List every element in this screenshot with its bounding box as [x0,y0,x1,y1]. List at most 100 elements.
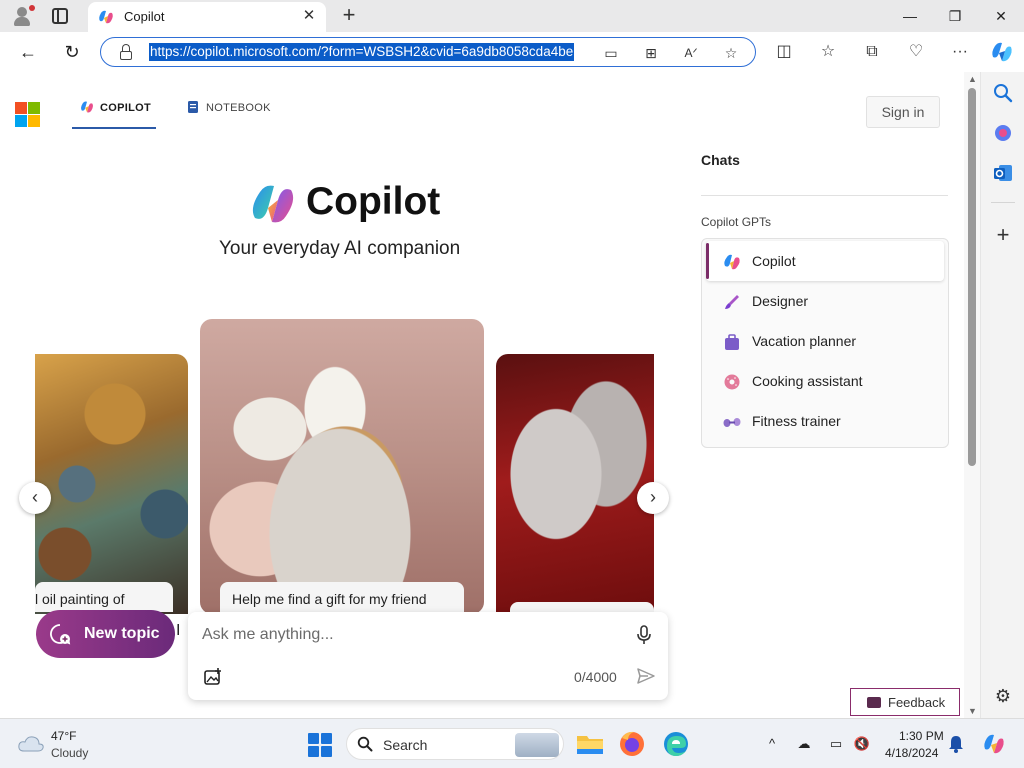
suggestion-card-shoes[interactable] [496,354,654,614]
character-counter: 0/4000 [574,669,617,685]
gpt-item-copilot[interactable]: Copilot [706,241,944,281]
settings-gear-icon[interactable]: ⚙ [992,685,1014,707]
add-icon[interactable]: + [992,224,1014,246]
gpt-item-vacation-planner[interactable]: Vacation planner [706,321,944,361]
device-icon[interactable]: ▭ [601,43,621,63]
back-arrow-icon[interactable]: ← [16,40,40,64]
browser-toolbar: ← ↻ https://copilot.microsoft.com/?form=… [0,32,1024,72]
search-icon [357,736,373,752]
edge-sidebar: + ⚙ [980,72,1024,718]
taskbar-search[interactable]: Search [346,728,564,760]
chats-heading: Chats [701,152,740,168]
feedback-label: Feedback [888,695,946,710]
minimize-button[interactable]: — [887,0,933,32]
address-bar[interactable]: https://copilot.microsoft.com/?form=WSBS… [100,37,756,67]
refresh-icon[interactable]: ↻ [60,40,84,64]
copilot-icon [724,254,740,270]
selected-tab-indicator [72,127,156,129]
page-subtitle: Your everyday AI companion [219,238,461,259]
display-icon[interactable]: ▭ [827,736,845,752]
gpt-item-fitness-trainer[interactable]: Fitness trainer [706,401,944,441]
suggestion-card-gift[interactable]: Help me find a gift for my friend [200,319,484,614]
edge-icon[interactable] [660,728,692,760]
new-tab-button[interactable]: + [338,4,360,26]
restore-button[interactable]: ❐ [932,0,978,32]
sidebar-separator [991,202,1015,203]
clock-time[interactable]: 1:30 PM [899,729,944,743]
chevron-up-icon[interactable]: ^ [763,736,781,752]
notification-bell-icon[interactable] [948,735,964,753]
read-aloud-icon[interactable]: Aᐟ [681,43,701,63]
donut-icon [724,374,740,390]
url-text[interactable]: https://copilot.microsoft.com/?form=WSBS… [149,43,575,61]
tab-actions-icon[interactable] [52,8,68,24]
new-topic-button[interactable]: New topic [36,610,175,658]
divider [701,195,948,196]
copilot-favicon-icon [99,10,113,24]
apps-grid-icon[interactable]: ⊞ [641,43,661,63]
add-image-icon[interactable] [204,668,222,686]
gpt-item-cooking-assistant[interactable]: Cooking assistant [706,361,944,401]
copilot-page: COPILOT NOTEBOOK Sign in Copilot Your ev… [0,72,964,718]
close-window-button[interactable]: ✕ [978,0,1024,32]
tab-notebook-label: NOTEBOOK [206,102,271,114]
lock-icon[interactable] [119,44,133,60]
page-scrollbar[interactable]: ▲ ▼ [964,72,980,718]
gpts-heading: Copilot GPTs [701,215,772,229]
mouse-cursor: I [176,622,181,639]
more-options-icon[interactable]: ··· [948,40,972,64]
weather-condition[interactable]: Cloudy [51,746,88,760]
cloud-icon[interactable] [16,733,46,755]
search-icon[interactable] [992,82,1014,104]
weather-temperature[interactable]: 47°F [51,729,76,743]
split-screen-icon[interactable]: ◫ [772,40,796,64]
tab-notebook[interactable]: NOTEBOOK [186,100,271,114]
copilot-logo-icon [252,185,294,223]
gpt-item-label: Vacation planner [752,333,857,349]
carousel-next-icon[interactable]: › [637,482,669,514]
file-explorer-icon[interactable] [574,728,606,760]
feedback-button[interactable]: Feedback [850,688,960,716]
tab-copilot[interactable]: COPILOT [80,100,151,114]
suitcase-icon [725,334,739,350]
chat-composer: 0/4000 [188,612,668,700]
search-highlight-image [515,733,559,757]
windows-taskbar: 47°F Cloudy Search ^ ☁ ▭ 🔇 1:30 PM 4/18/… [0,718,1024,768]
copilot-sidebar-icon[interactable] [990,40,1014,64]
tab-strip: Copilot ✕ + — ❐ ✕ [0,0,1024,32]
profile-icon[interactable] [12,5,35,26]
new-topic-label: New topic [84,625,160,642]
gpt-list: Copilot Designer Vacation planner Cookin… [701,238,949,448]
scroll-up-icon[interactable]: ▲ [968,74,977,84]
close-tab-icon[interactable]: ✕ [300,7,318,25]
browser-essentials-icon[interactable]: ♡ [904,40,928,64]
favorite-star-icon[interactable]: ☆ [721,43,741,63]
start-button-icon[interactable] [308,733,332,757]
copilot-preview-icon[interactable] [982,732,1006,756]
microsoft-logo-icon[interactable] [15,102,40,127]
gpt-item-label: Cooking assistant [752,373,863,389]
browser-tab[interactable]: Copilot ✕ [88,2,326,32]
volume-muted-icon[interactable]: 🔇 [853,736,871,752]
tab-title: Copilot [124,9,165,24]
carousel-prev-icon[interactable]: ‹ [19,482,51,514]
scroll-thumb[interactable] [968,88,976,466]
sign-in-button[interactable]: Sign in [866,96,940,128]
chat-input[interactable] [202,624,622,646]
cloud-offline-icon[interactable]: ☁ [795,736,813,752]
scroll-down-icon[interactable]: ▼ [968,706,977,716]
suggestion-card-oil-painting[interactable]: l oil painting of [35,354,188,614]
firefox-icon[interactable] [616,728,648,760]
outlook-icon[interactable] [992,162,1014,184]
designer-icon [725,295,739,309]
microphone-icon[interactable] [636,624,652,646]
collections-icon[interactable]: ⧉ [860,40,884,64]
notebook-icon [188,101,198,113]
clock-date[interactable]: 4/18/2024 [885,746,938,760]
send-icon[interactable] [636,666,656,686]
copilot-apps-icon[interactable] [992,122,1014,144]
gpt-item-designer[interactable]: Designer [706,281,944,321]
gpt-item-label: Copilot [752,253,796,269]
search-label: Search [383,737,428,753]
favorites-icon[interactable]: ☆ [816,40,840,64]
